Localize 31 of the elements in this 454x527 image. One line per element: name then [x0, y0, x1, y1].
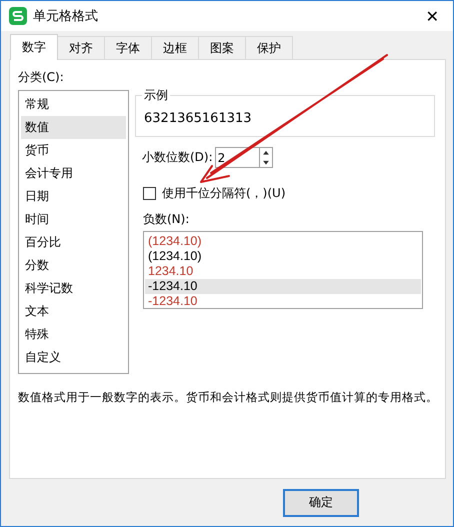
category-item[interactable]: 日期	[21, 185, 126, 208]
tab[interactable]: 数字	[10, 34, 58, 60]
ok-button[interactable]: 确定	[283, 488, 359, 516]
category-item[interactable]: 分数	[21, 254, 126, 277]
category-item[interactable]: 文本	[21, 300, 126, 323]
category-item[interactable]: 货币	[21, 139, 126, 162]
negative-label: 负数(N):	[142, 211, 190, 228]
sample-value: 6321365161313	[144, 110, 252, 126]
negative-format-item[interactable]: -1234.10	[145, 279, 421, 294]
category-label: 分类(C):	[18, 69, 65, 86]
description-text: 数值格式用于一般数字的表示。货币和会计格式则提供货币值计算的专用格式。	[18, 390, 437, 405]
category-item[interactable]: 百分比	[21, 231, 126, 254]
checkbox[interactable]	[143, 187, 156, 200]
category-item[interactable]: 自定义	[21, 346, 126, 369]
category-item[interactable]: 科学记数	[21, 277, 126, 300]
checkbox-label: 使用千位分隔符(，)(U)	[162, 185, 286, 202]
category-item[interactable]: 时间	[21, 208, 126, 231]
decimals-label: 小数位数(D):	[142, 149, 213, 166]
close-button[interactable]: ✕	[420, 6, 445, 26]
negative-format-item[interactable]: 1234.10	[145, 264, 421, 279]
negative-format-item[interactable]: (1234.10)	[145, 234, 421, 249]
category-item[interactable]: 特殊	[21, 323, 126, 346]
negative-format-item[interactable]: -1234.10	[145, 294, 421, 309]
negative-format-item[interactable]: (1234.10)	[145, 249, 421, 264]
tab[interactable]: 保护	[245, 36, 293, 59]
app-logo-icon	[9, 7, 27, 25]
category-item[interactable]: 常规	[21, 93, 126, 116]
category-item[interactable]: 数值	[21, 116, 126, 139]
category-item[interactable]: 会计专用	[21, 162, 126, 185]
sample-label: 示例	[142, 87, 170, 104]
window-title: 单元格格式	[33, 8, 99, 25]
